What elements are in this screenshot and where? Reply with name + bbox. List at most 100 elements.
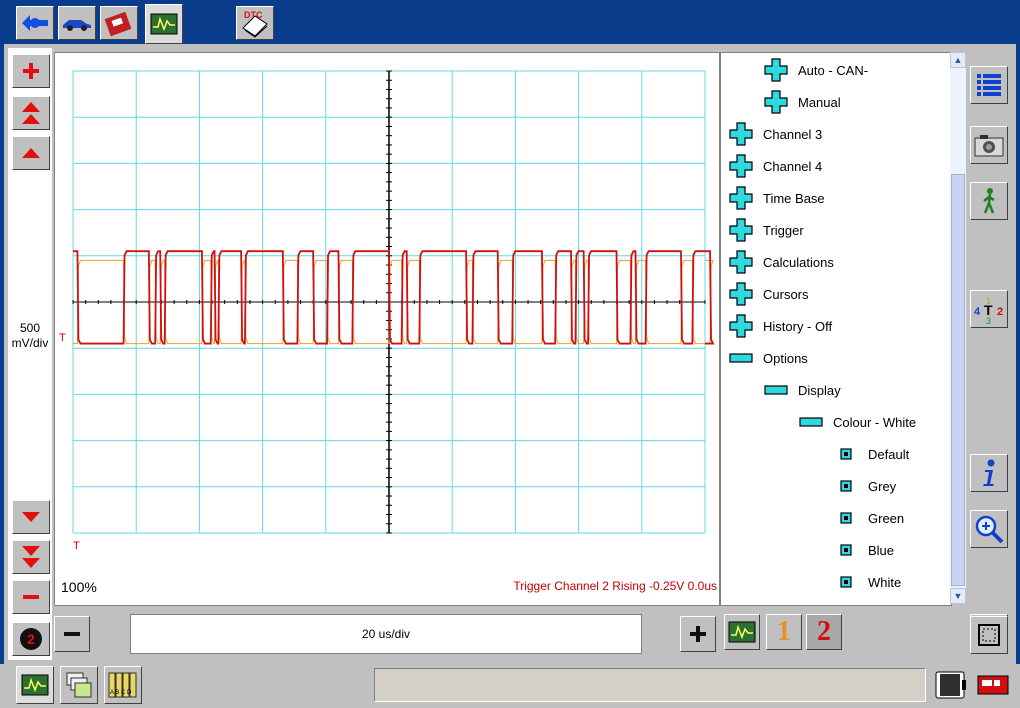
tree-item[interactable]: Blue bbox=[834, 539, 894, 561]
offset-down-fast-button[interactable] bbox=[12, 540, 50, 574]
vertical-scale-panel: 500 mV/div 2 bbox=[8, 48, 52, 660]
tree-item[interactable]: History - Off bbox=[729, 314, 833, 338]
tree-item[interactable]: Time Base bbox=[729, 186, 825, 210]
scroll-up-button[interactable]: ▲ bbox=[950, 52, 966, 68]
plus-icon bbox=[23, 63, 39, 79]
tree-item-label: Default bbox=[868, 446, 910, 462]
tree-item-label: Colour - White bbox=[833, 414, 917, 430]
scope-tab[interactable] bbox=[145, 4, 183, 44]
connect-tab[interactable] bbox=[16, 6, 54, 40]
offset-down-button[interactable] bbox=[12, 500, 50, 534]
main-panel: 500 mV/div 2 T T 100% Trigger Channel 2 … bbox=[4, 44, 1016, 664]
scope-icon bbox=[21, 674, 49, 696]
vehicle-icon bbox=[63, 20, 91, 31]
tree-item[interactable]: Options bbox=[729, 347, 808, 369]
vertical-scale-value: 500 bbox=[19, 321, 41, 335]
snapshot-button[interactable] bbox=[970, 126, 1008, 164]
tree-item-label: Trigger bbox=[763, 222, 804, 238]
walk-mode-button[interactable] bbox=[970, 182, 1008, 220]
toolbox-tab[interactable] bbox=[100, 6, 138, 40]
tree-item-label: Grey bbox=[868, 478, 897, 494]
svg-text:A B C D: A B C D bbox=[110, 690, 132, 696]
double-arrow-up-icon bbox=[22, 102, 40, 124]
timebase-readout: 20 us/div bbox=[130, 614, 642, 654]
tree-item[interactable]: Manual bbox=[764, 90, 841, 114]
dtc-tab[interactable]: DTC bbox=[236, 6, 274, 40]
svg-text:1: 1 bbox=[986, 296, 991, 306]
tree-item-label: Time Base bbox=[763, 190, 825, 206]
tree-item[interactable]: Default bbox=[834, 443, 909, 465]
offset-up-button[interactable] bbox=[12, 136, 50, 170]
trigger-time-marker: T bbox=[73, 540, 80, 552]
svg-text:3: 3 bbox=[986, 316, 991, 325]
channel-2-button[interactable]: 2 bbox=[806, 614, 842, 650]
timebase-bar: 20 us/div bbox=[54, 610, 718, 656]
plus-icon bbox=[764, 90, 788, 114]
zoom-button[interactable] bbox=[970, 510, 1008, 548]
channel-1-button[interactable]: 1 bbox=[766, 614, 802, 650]
svg-text:2: 2 bbox=[997, 306, 1003, 318]
tree-item[interactable]: Calculations bbox=[729, 250, 834, 274]
tree-item-label: Green bbox=[868, 510, 905, 526]
tree-item[interactable]: Green bbox=[834, 507, 904, 529]
tree-item-label: Channel 4 bbox=[763, 158, 823, 174]
tree-item[interactable]: Auto - CAN- bbox=[764, 58, 869, 82]
square-icon bbox=[840, 480, 852, 492]
tree-item[interactable]: Trigger bbox=[729, 218, 804, 242]
multimeter-bank-icon: A B C D bbox=[108, 672, 137, 698]
timebase-decrease-button[interactable] bbox=[54, 616, 90, 652]
oscilloscope-display[interactable]: T T 100% Trigger Channel 2 Rising -0.25V… bbox=[54, 52, 720, 606]
channel-select-button[interactable]: 2 bbox=[12, 622, 50, 656]
list-view-button[interactable] bbox=[970, 66, 1008, 104]
tree-item-label: Auto - CAN- bbox=[798, 62, 869, 78]
arrow-up-icon bbox=[22, 148, 40, 158]
folders-icon bbox=[66, 672, 92, 698]
tree-item[interactable]: Grey bbox=[834, 475, 896, 497]
plus-icon bbox=[729, 218, 753, 242]
plus-icon bbox=[729, 154, 753, 178]
scale-decrease-button[interactable] bbox=[12, 580, 50, 614]
trigger-info: Trigger Channel 2 Rising -0.25V 0.0us bbox=[513, 579, 717, 593]
plus-icon bbox=[729, 122, 753, 146]
toolbox-icon bbox=[104, 11, 132, 37]
scope-mode-button[interactable] bbox=[16, 666, 54, 704]
tree-item[interactable]: Cursors bbox=[729, 282, 809, 306]
tree-item[interactable]: Colour - White bbox=[799, 411, 916, 433]
timebase-increase-button[interactable] bbox=[680, 616, 716, 652]
scale-increase-button[interactable] bbox=[12, 54, 50, 88]
right-toolbar: 4T213 bbox=[966, 48, 1012, 660]
svg-text:4: 4 bbox=[974, 306, 981, 318]
vertical-scale-unit: mV/div bbox=[11, 336, 49, 350]
trace-view-button[interactable] bbox=[724, 614, 760, 650]
scroll-thumb[interactable] bbox=[951, 174, 965, 586]
tree-item[interactable]: Channel 3 bbox=[729, 122, 822, 146]
vehicle-tab[interactable] bbox=[58, 6, 96, 40]
list-icon bbox=[977, 74, 1001, 96]
tree-item-label: Cursors bbox=[763, 286, 809, 302]
offset-up-fast-button[interactable] bbox=[12, 96, 50, 130]
power-indicator bbox=[974, 670, 1014, 700]
caret-up-icon: ▲ bbox=[953, 55, 963, 65]
tree-item[interactable]: Display bbox=[764, 379, 841, 401]
info-button[interactable] bbox=[970, 454, 1008, 492]
status-message-field bbox=[374, 668, 926, 702]
channel-2-badge-icon: 2 bbox=[20, 628, 42, 650]
tools-sequence-button[interactable]: 4T213 bbox=[970, 290, 1008, 328]
channels-button[interactable]: A B C D bbox=[104, 666, 142, 704]
tree-item[interactable]: White bbox=[834, 571, 901, 593]
connect-icon bbox=[22, 15, 48, 31]
files-button[interactable] bbox=[60, 666, 98, 704]
plus-icon bbox=[729, 250, 753, 274]
fullscreen-button[interactable] bbox=[970, 616, 1008, 654]
tree-item[interactable]: Channel 4 bbox=[729, 154, 823, 178]
tree-item-label: Manual bbox=[798, 94, 841, 110]
scope-icon bbox=[150, 13, 178, 35]
square-icon bbox=[840, 544, 852, 556]
tree-scrollbar[interactable]: ▲ ▼ bbox=[950, 52, 966, 604]
tree-item-label: History - Off bbox=[763, 318, 833, 334]
zoom-percentage: 100% bbox=[61, 579, 97, 595]
plus-icon bbox=[764, 58, 788, 82]
scroll-down-button[interactable]: ▼ bbox=[950, 588, 966, 604]
dtc-icon: DTC bbox=[242, 10, 268, 38]
minus-icon bbox=[729, 352, 753, 364]
